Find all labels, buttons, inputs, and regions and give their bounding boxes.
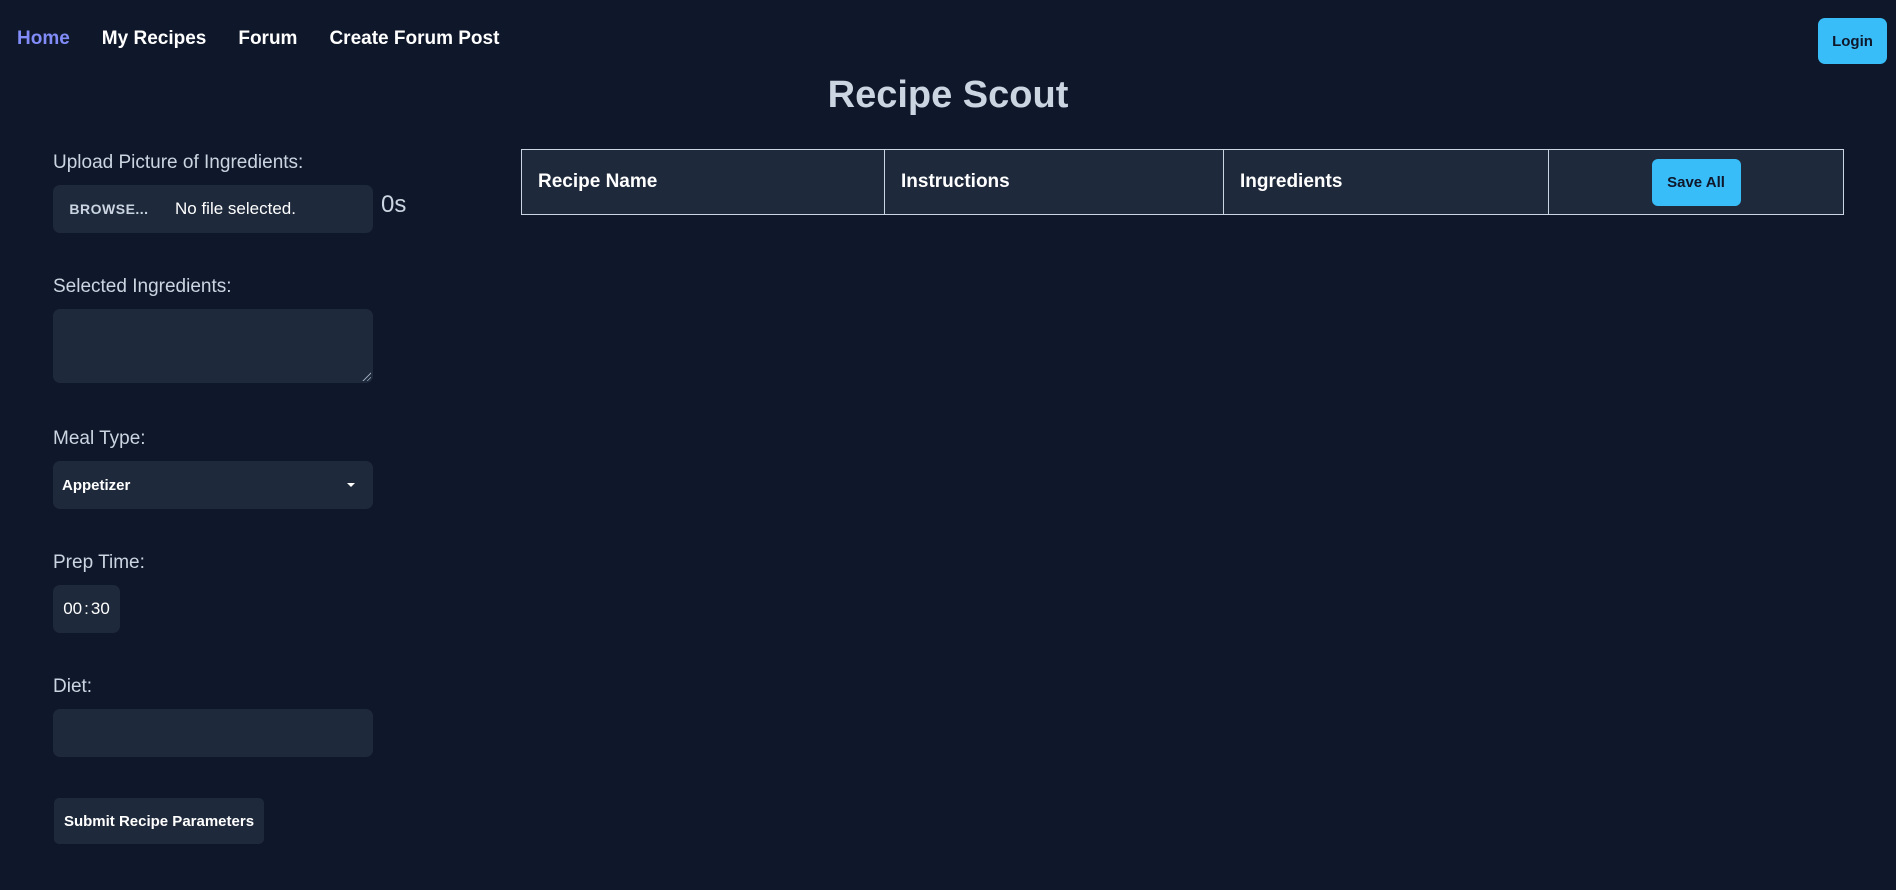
prep-time-input[interactable]: 00 : 30: [53, 585, 120, 633]
diet-label: Diet:: [53, 676, 93, 697]
ingredients-label: Selected Ingredients:: [53, 276, 232, 297]
chevron-down-icon: [347, 483, 355, 487]
file-status: No file selected.: [175, 199, 296, 218]
nav-create-forum-post[interactable]: Create Forum Post: [329, 28, 499, 50]
header-instructions: Instructions: [884, 149, 1224, 215]
header-recipe-name: Recipe Name: [521, 149, 885, 215]
prep-time-label: Prep Time:: [53, 552, 145, 573]
header-actions: Save All: [1548, 149, 1844, 215]
page-title: Recipe Scout: [827, 74, 1069, 116]
file-input[interactable]: BROWSE... No file selected.: [53, 185, 373, 233]
table-header-row: Recipe Name Instructions Ingredients Sav…: [521, 149, 1844, 215]
nav-home[interactable]: Home: [17, 28, 70, 50]
prep-separator: :: [84, 599, 89, 618]
save-all-button[interactable]: Save All: [1651, 158, 1741, 206]
resize-handle[interactable]: [361, 371, 371, 381]
prep-hours[interactable]: 00: [62, 599, 83, 619]
app-page: Home My Recipes Forum Create Forum Post …: [0, 0, 1896, 890]
prep-minutes[interactable]: 30: [90, 599, 111, 619]
recipes-table: Recipe Name Instructions Ingredients Sav…: [521, 149, 1844, 215]
meal-type-select[interactable]: Appetizer: [53, 461, 373, 509]
nav-forum[interactable]: Forum: [238, 28, 297, 50]
upload-label: Upload Picture of Ingredients:: [53, 152, 304, 173]
login-button[interactable]: Login: [1818, 18, 1887, 64]
meal-type-value: Appetizer: [62, 476, 131, 494]
submit-recipe-button[interactable]: Submit Recipe Parameters: [54, 798, 264, 844]
diet-input[interactable]: [53, 709, 373, 757]
ingredients-textarea[interactable]: [53, 309, 373, 383]
timer-readout: 0s: [381, 191, 407, 218]
meal-type-label: Meal Type:: [53, 428, 146, 449]
header-ingredients: Ingredients: [1223, 149, 1549, 215]
nav-my-recipes[interactable]: My Recipes: [102, 28, 207, 50]
browse-button[interactable]: BROWSE...: [53, 185, 165, 233]
top-nav: Home My Recipes Forum Create Forum Post: [17, 28, 531, 50]
